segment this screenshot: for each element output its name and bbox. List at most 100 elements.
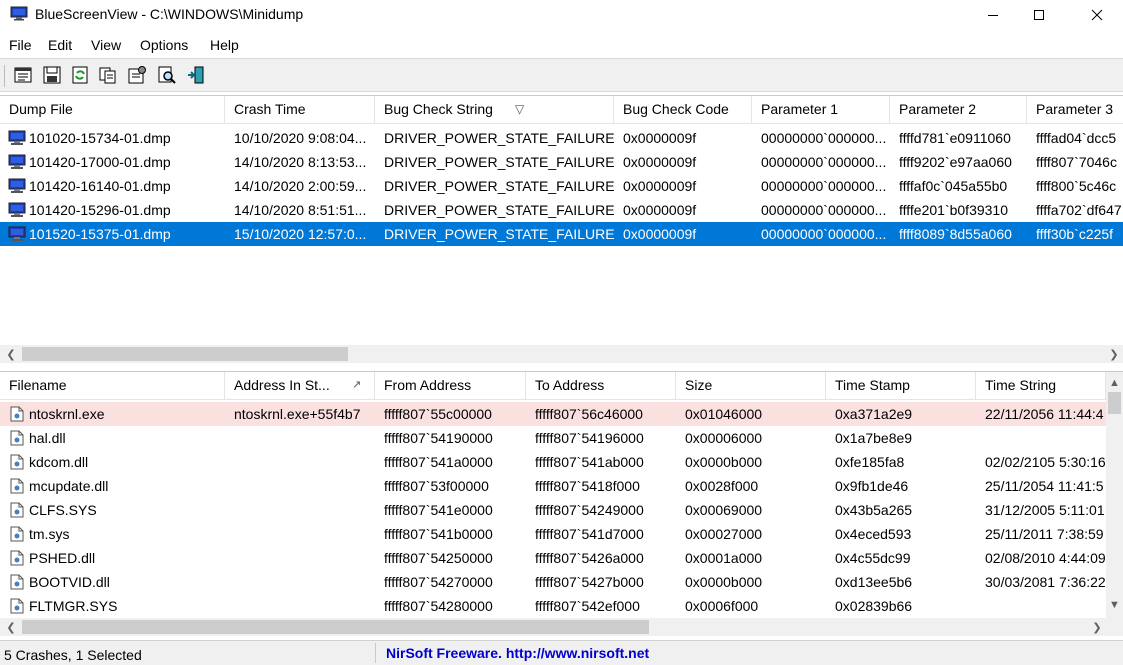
menu-edit[interactable]: Edit	[48, 37, 72, 53]
column-header-address-in-stack-label: Address In St...	[234, 377, 330, 393]
cell-parameter-1: 00000000`000000...	[761, 130, 887, 146]
find-icon[interactable]	[157, 65, 177, 85]
crash-row[interactable]: 101420-15296-01.dmp 14/10/2020 8:51:51...…	[0, 198, 1123, 222]
column-header-dump-file[interactable]: Dump File	[0, 96, 225, 123]
column-header-crash-time[interactable]: Crash Time	[225, 96, 375, 123]
cell-crash-time: 10/10/2020 9:08:04...	[234, 130, 367, 146]
scroll-down-icon[interactable]: ▼	[1106, 596, 1123, 614]
cell-address-in-stack	[225, 570, 375, 594]
menu-bar: File Edit View Options Help	[0, 32, 1123, 58]
scroll-left-icon[interactable]: ❮	[2, 618, 20, 636]
driver-list-hscroll-thumb[interactable]	[22, 620, 649, 634]
scroll-right-icon[interactable]: ❯	[1088, 618, 1106, 636]
cell-dump-file: 101420-17000-01.dmp	[29, 154, 171, 170]
cell-from-address: fffff807`54250000	[384, 550, 493, 566]
column-header-from-address[interactable]: From Address	[375, 372, 526, 399]
cell-filename: BOOTVID.dll	[29, 574, 110, 590]
cell-dump-file: 101520-15375-01.dmp	[29, 226, 171, 242]
driver-list[interactable]: Filename Address In St... ↗ From Address…	[0, 371, 1123, 641]
properties-icon[interactable]	[13, 65, 33, 85]
title-bar[interactable]: BlueScreenView - C:\WINDOWS\Minidump	[0, 0, 1123, 30]
crash-row[interactable]: 101420-16140-01.dmp 14/10/2020 2:00:59...…	[0, 174, 1123, 198]
cell-bug-check-code: 0x0000009f	[623, 226, 697, 242]
menu-file[interactable]: File	[9, 37, 32, 53]
cell-dump-file: 101020-15734-01.dmp	[29, 130, 171, 146]
driver-row[interactable]: kdcom.dll fffff807`541a0000 fffff807`541ab…	[0, 450, 1106, 474]
column-header-time-string[interactable]: Time String	[976, 372, 1106, 399]
cell-size: 0x0000b000	[685, 574, 763, 590]
driver-list-hscrollbar[interactable]: ❮ ❯	[0, 618, 1123, 636]
driver-row[interactable]: FLTMGR.SYS fffff807`54280000 fffff807`542e…	[0, 594, 1106, 618]
driver-list-vscrollbar[interactable]: ▲ ▼	[1106, 372, 1123, 618]
close-icon	[1091, 9, 1103, 21]
cell-parameter-1: 00000000`000000...	[761, 202, 887, 218]
scroll-left-icon[interactable]: ❮	[2, 345, 20, 363]
column-header-size[interactable]: Size	[676, 372, 826, 399]
cell-parameter-2: ffff8089`8d55a060	[899, 226, 1012, 242]
cell-time-string: 30/03/2081 7:36:22	[985, 574, 1106, 590]
cell-parameter-1: 00000000`000000...	[761, 226, 887, 242]
column-header-parameter-2[interactable]: Parameter 2	[890, 96, 1027, 123]
close-button[interactable]	[1074, 0, 1120, 30]
menu-options[interactable]: Options	[140, 37, 188, 53]
maximize-icon	[1034, 10, 1044, 20]
cell-parameter-3: ffff800`5c46c	[1036, 178, 1117, 194]
exit-icon[interactable]	[186, 65, 206, 85]
cell-size: 0x0006f000	[685, 598, 759, 614]
cell-crash-time: 14/10/2020 8:51:51...	[234, 202, 367, 218]
cell-time-stamp: 0xfe185fa8	[835, 454, 905, 470]
crash-row[interactable]: 101020-15734-01.dmp 10/10/2020 9:08:04...…	[0, 126, 1123, 150]
save-icon[interactable]	[42, 65, 62, 85]
cell-parameter-3: ffff807`7046c	[1036, 154, 1117, 170]
driver-row[interactable]: hal.dll fffff807`54190000 fffff807`5419600…	[0, 426, 1106, 450]
driver-row[interactable]: ntoskrnl.exe ntoskrnl.exe+55f4b7 fffff807`…	[0, 402, 1106, 426]
cell-address-in-stack	[225, 546, 375, 570]
column-header-bug-check-code[interactable]: Bug Check Code	[614, 96, 752, 123]
cell-address-in-stack: ntoskrnl.exe+55f4b7	[234, 406, 361, 422]
column-header-to-address[interactable]: To Address	[526, 372, 676, 399]
crash-list-hscrollbar[interactable]: ❮ ❯	[0, 345, 1123, 363]
nirsoft-link[interactable]: NirSoft Freeware. http://www.nirsoft.net	[386, 645, 649, 661]
driver-row[interactable]: mcupdate.dll fffff807`53f00000 fffff807`54…	[0, 474, 1106, 498]
cell-address-in-stack	[225, 522, 375, 546]
crash-list-header: Dump File Crash Time Bug Check String ▽ …	[0, 96, 1123, 124]
maximize-button[interactable]	[1016, 0, 1062, 30]
column-header-time-stamp[interactable]: Time Stamp	[826, 372, 976, 399]
driver-list-vscroll-thumb[interactable]	[1108, 392, 1121, 414]
driver-row[interactable]: CLFS.SYS fffff807`541e0000 fffff807`542490…	[0, 498, 1106, 522]
status-divider	[375, 643, 376, 663]
advanced-options-icon[interactable]	[127, 65, 147, 85]
cell-filename: PSHED.dll	[29, 550, 96, 566]
toolbar-grip	[4, 65, 7, 87]
cell-bug-check-string: DRIVER_POWER_STATE_FAILURE	[384, 202, 614, 218]
column-header-address-in-stack[interactable]: Address In St... ↗	[225, 372, 375, 399]
menu-help[interactable]: Help	[210, 37, 239, 53]
driver-row[interactable]: tm.sys fffff807`541b0000 fffff807`541d7000…	[0, 522, 1106, 546]
crash-list[interactable]: Dump File Crash Time Bug Check String ▽ …	[0, 95, 1123, 370]
cell-to-address: fffff807`5418f000	[535, 478, 640, 494]
refresh-icon[interactable]	[70, 65, 90, 85]
crash-row[interactable]: 101420-17000-01.dmp 14/10/2020 8:13:53...…	[0, 150, 1123, 174]
cell-to-address: fffff807`56c46000	[535, 406, 643, 422]
cell-time-string: 02/02/2105 5:30:16	[985, 454, 1106, 470]
sort-indicator-icon: ▽	[515, 102, 525, 116]
column-header-parameter-1[interactable]: Parameter 1	[752, 96, 890, 123]
crash-list-hscroll-thumb[interactable]	[22, 347, 348, 361]
minimize-button[interactable]	[970, 0, 1016, 30]
cell-filename: CLFS.SYS	[29, 502, 97, 518]
column-header-filename[interactable]: Filename	[0, 372, 225, 399]
cell-filename: hal.dll	[29, 430, 66, 446]
toolbar	[0, 58, 1123, 92]
scroll-right-icon[interactable]: ❯	[1105, 345, 1123, 363]
cell-bug-check-string: DRIVER_POWER_STATE_FAILURE	[384, 130, 614, 146]
scroll-up-icon[interactable]: ▲	[1106, 374, 1123, 392]
menu-view[interactable]: View	[91, 37, 121, 53]
column-header-parameter-3[interactable]: Parameter 3	[1027, 96, 1123, 123]
copy-icon[interactable]	[98, 65, 118, 85]
driver-row[interactable]: PSHED.dll fffff807`54250000 fffff807`5426a…	[0, 546, 1106, 570]
driver-row[interactable]: BOOTVID.dll fffff807`54270000 fffff807`542…	[0, 570, 1106, 594]
cell-time-stamp: 0x43b5a265	[835, 502, 913, 518]
cell-time-stamp: 0x02839b66	[835, 598, 913, 614]
column-header-bug-check-string[interactable]: Bug Check String ▽	[375, 96, 614, 123]
crash-row[interactable]: 101520-15375-01.dmp 15/10/2020 12:57:0...…	[0, 222, 1123, 246]
